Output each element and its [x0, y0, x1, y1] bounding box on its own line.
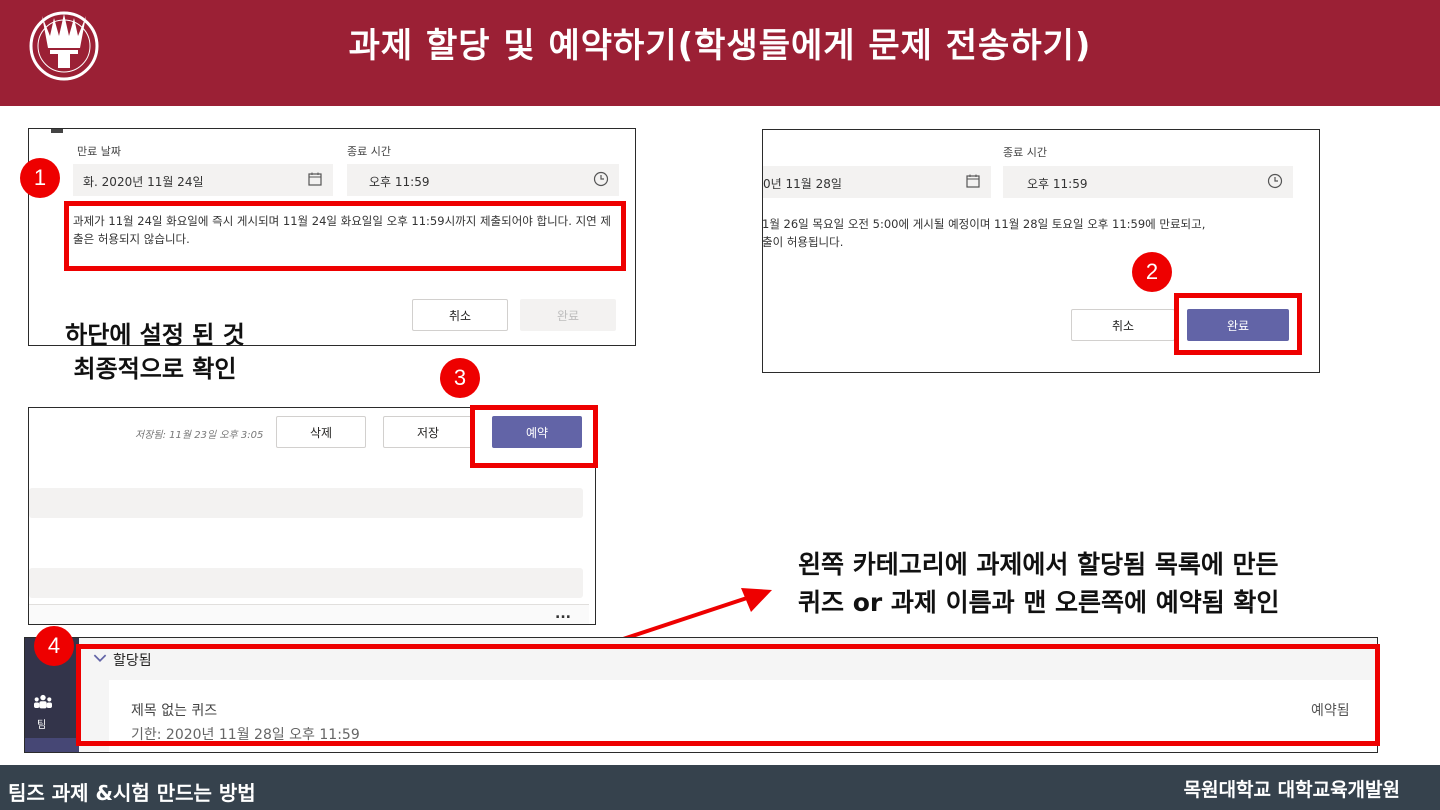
step-3-badge: 3 — [440, 358, 480, 398]
clock-icon — [1267, 173, 1283, 189]
caption-right: 왼쪽 카테고리에 과제에서 할당됨 목록에 만든 퀴즈 or 과제 이름과 맨 … — [798, 546, 1398, 622]
clock-icon — [593, 171, 609, 187]
save-button[interactable]: 저장 — [383, 416, 473, 448]
saved-timestamp: 저장됨: 11월 23일 오후 3:05 — [135, 430, 264, 441]
time-value-2: 오후 11:59 — [1027, 177, 1088, 191]
calendar-icon — [308, 172, 322, 186]
step-1-badge: 1 — [20, 158, 60, 198]
content-bar-2 — [29, 568, 583, 598]
due-date-picker[interactable]: 화. 2020년 11월 24일 — [73, 164, 333, 196]
date-picker-2[interactable]: 0년 11월 28일 — [763, 166, 991, 198]
done-highlight-box — [1174, 293, 1302, 355]
delete-button[interactable]: 삭제 — [276, 416, 366, 448]
time-picker-2[interactable]: 오후 11:59 — [1003, 166, 1293, 198]
schedule-highlight-box — [470, 405, 598, 468]
caption-left: 하단에 설정 된 것 최종적으로 확인 — [30, 318, 280, 386]
end-time-value: 오후 11:59 — [369, 175, 430, 189]
teams-label: 팀 — [37, 720, 47, 731]
sidebar-selected-item — [25, 738, 79, 752]
caption-left-line2: 최종적으로 확인 — [73, 355, 237, 383]
due-date-value: 화. 2020년 11월 24일 — [83, 175, 204, 189]
schedule-notice-2: 1월 26일 목요일 오전 5:00에 게시될 예정이며 11월 28일 토요일… — [762, 215, 1312, 251]
footer-org: 목원대학교 대학교육개발원 — [1183, 779, 1400, 801]
more-options-icon[interactable]: ... — [555, 606, 571, 622]
date-value-2: 0년 11월 28일 — [763, 177, 842, 191]
notice-highlight-box — [64, 201, 626, 271]
end-time-label-2: 종료 시간 — [1003, 146, 1047, 159]
end-time-picker[interactable]: 오후 11:59 — [347, 164, 619, 196]
university-logo — [29, 11, 99, 81]
assigned-highlight-box — [76, 644, 1380, 746]
calendar-icon — [966, 174, 980, 188]
caption-right-line1: 왼쪽 카테고리에 과제에서 할당됨 목록에 만든 — [798, 550, 1279, 579]
notice-line-1: 1월 26일 목요일 오전 5:00에 게시될 예정이며 11월 28일 토요일… — [762, 217, 1206, 231]
bottom-row — [29, 604, 589, 624]
content-bar-1 — [29, 488, 583, 518]
cancel-button[interactable]: 취소 — [412, 299, 508, 331]
cropped-checkbox — [51, 129, 63, 133]
footer-title: 팀즈 과제 &시험 만드는 방법 — [8, 781, 256, 805]
step-4-badge: 4 — [34, 626, 74, 666]
end-time-label: 종료 시간 — [347, 145, 391, 158]
done-button[interactable]: 완료 — [520, 299, 616, 331]
footer-bar: 팀즈 과제 &시험 만드는 방법 목원대학교 대학교육개발원 — [0, 765, 1440, 810]
notice-line-2: 출이 허용됩니다. — [762, 235, 844, 249]
step-2-badge: 2 — [1132, 252, 1172, 292]
caption-left-line1: 하단에 설정 된 것 — [65, 321, 245, 349]
teams-icon[interactable] — [32, 694, 54, 712]
due-date-label: 만료 날짜 — [77, 145, 121, 158]
cancel-button-2[interactable]: 취소 — [1071, 309, 1175, 341]
header-bar: 과제 할당 및 예약하기(학생들에게 문제 전송하기) — [0, 0, 1440, 106]
page-title: 과제 할당 및 예약하기(학생들에게 문제 전송하기) — [348, 26, 1092, 66]
caption-right-line2: 퀴즈 or 과제 이름과 맨 오른쪽에 예약됨 확인 — [798, 588, 1280, 617]
